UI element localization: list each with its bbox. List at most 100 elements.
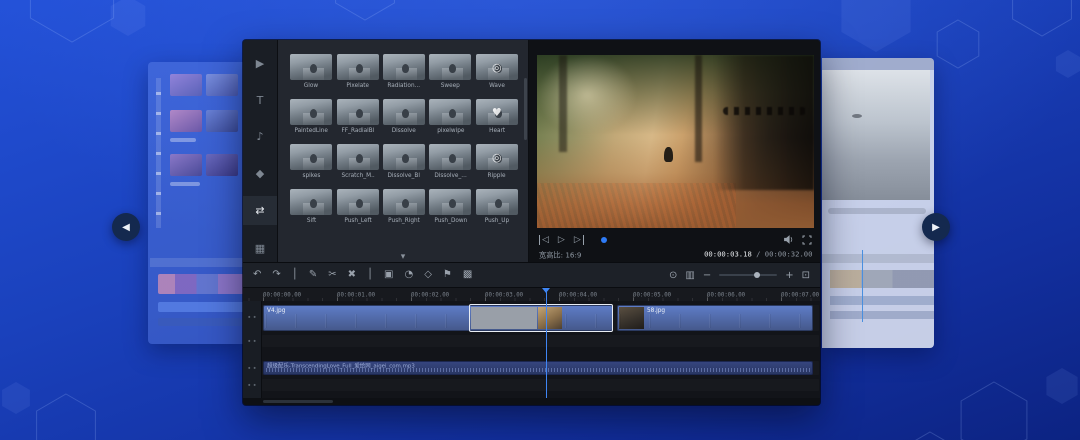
carousel-next-button[interactable]: ▶ xyxy=(922,213,950,241)
transition-thumbnail xyxy=(383,189,425,215)
panel-scrollbar[interactable] xyxy=(524,78,527,140)
toolbar-button-mosaic[interactable]: ▩ xyxy=(463,269,472,281)
text-track[interactable] xyxy=(262,335,819,347)
timeline-ruler[interactable]: 00:00:00.00 00:00:01.00 00:00:02.00 00:0… xyxy=(243,288,820,301)
transition[interactable]: Scratch_M... xyxy=(334,144,380,181)
extra-track[interactable] xyxy=(262,379,819,391)
fullscreen-icon[interactable] xyxy=(802,235,812,245)
preview-info-row: 宽高比: 16:9 00:00:03.18 / 00:00:32.00 xyxy=(539,248,812,261)
zoom-fit-button[interactable]: ⊡ xyxy=(802,270,810,281)
transition-effect-mark xyxy=(383,99,425,125)
side-tab-media[interactable]: ▶ xyxy=(246,50,274,78)
transition[interactable]: Dissolve xyxy=(381,99,427,136)
transition-effect-mark xyxy=(383,144,425,170)
transition[interactable]: Dissolve_Bl... xyxy=(381,144,427,181)
transition-thumbnail xyxy=(429,189,471,215)
scroll-down-icon[interactable]: ▾ xyxy=(401,252,406,262)
transition-effect-mark xyxy=(429,99,471,125)
toolbar-button-redo[interactable]: ↷ xyxy=(272,269,280,281)
text-track-header[interactable]: ∙∙ xyxy=(243,337,262,345)
toolbar-button-speed[interactable]: ◔ xyxy=(404,269,413,281)
time-separator: / xyxy=(751,251,764,259)
transition-effect-mark: ◎ xyxy=(476,144,518,170)
transition[interactable]: Push_Right xyxy=(381,189,427,226)
ruler-timestamp: 00:00:03.00 xyxy=(485,290,538,299)
transition-label: PaintedLines xyxy=(295,127,328,133)
toolbar-button-edit[interactable]: ✎ xyxy=(309,269,317,281)
timeline-playhead[interactable] xyxy=(546,288,547,398)
next-frame-button[interactable]: ▷ xyxy=(574,235,584,245)
transition-label: Heart xyxy=(489,127,505,133)
transition-label: pixelwipe xyxy=(437,127,464,133)
transition[interactable]: ♥ Heart xyxy=(474,99,520,136)
toolbar-button-delete[interactable]: ✖ xyxy=(348,269,356,281)
timeline-horizontal-scrollbar[interactable] xyxy=(263,400,333,403)
volume-icon[interactable] xyxy=(783,234,794,245)
transition[interactable]: spikes xyxy=(288,144,334,181)
toolbar-button-separator[interactable]: │ xyxy=(292,269,298,281)
render-preview-button[interactable]: ▥ xyxy=(685,270,694,281)
snap-button[interactable]: ⊙ xyxy=(669,270,677,281)
transition-label: spikes xyxy=(302,172,320,178)
transition[interactable]: Sift xyxy=(288,189,334,226)
transition[interactable]: ◎ Wave xyxy=(474,54,520,91)
timeline-tracks: ∙∙ ∙∙ ∙∙ ∙∙ V4.jpg 58.jpg 超级配乐 xyxy=(243,301,820,398)
zoom-out-button[interactable]: − xyxy=(703,270,711,281)
carousel-prev-button[interactable]: ◀ xyxy=(112,213,140,241)
transition[interactable]: PaintedLines xyxy=(288,99,334,136)
transition[interactable]: Push_Left xyxy=(334,189,380,226)
transition[interactable]: Radiation... xyxy=(381,54,427,91)
transition-thumbnail xyxy=(383,54,425,80)
side-tab-effects[interactable]: ◆ xyxy=(246,160,274,188)
side-tab-elements[interactable]: ▦ xyxy=(246,234,274,262)
transition-thumbnail xyxy=(290,189,332,215)
toolbar-button-keyframe[interactable]: ◇ xyxy=(424,269,432,281)
ruler-timestamp: 00:00:00.00 xyxy=(263,290,316,299)
transition-thumbnail xyxy=(429,144,471,170)
toolbar-button-crop[interactable]: ▣ xyxy=(384,269,393,281)
toolbar-button-separator[interactable]: │ xyxy=(367,269,373,281)
side-tab-audio[interactable]: ♪ xyxy=(246,123,274,151)
transition-label: Sweep xyxy=(441,82,460,88)
toolbar-button-split[interactable]: ✂ xyxy=(328,269,336,281)
aspect-ratio-label[interactable]: 宽高比: 16:9 xyxy=(539,249,581,259)
toolbar-button-undo[interactable]: ↶ xyxy=(253,269,261,281)
video-track-header[interactable]: ∙∙ xyxy=(243,313,262,321)
video-scene-tree-trunk xyxy=(559,55,567,152)
transition-thumbnail xyxy=(476,189,518,215)
audio-track-header[interactable]: ∙∙ xyxy=(243,364,262,372)
transition-thumbnail xyxy=(290,144,332,170)
transition[interactable]: pixelwipe xyxy=(427,99,473,136)
transition[interactable]: Push_Up xyxy=(474,189,520,226)
left-slide-filmstrip xyxy=(158,274,244,294)
audio-clip[interactable]: 超级配乐-TranscendingLove_Full_爱给网_aigei_com… xyxy=(263,361,813,375)
current-time: 00:00:03.18 xyxy=(704,251,752,259)
zoom-in-button[interactable]: + xyxy=(785,270,793,281)
transition[interactable]: Sweep xyxy=(427,54,473,91)
side-tab-text[interactable]: T xyxy=(246,87,274,115)
side-tab-transitions[interactable]: ⇄ xyxy=(243,196,277,225)
transition[interactable]: Pixelate xyxy=(334,54,380,91)
toolbar-button-marker[interactable]: ⚑ xyxy=(443,269,452,281)
transition-effect-mark xyxy=(429,144,471,170)
selection-outline xyxy=(469,304,613,332)
preview-right-controls xyxy=(783,234,812,245)
toolbar-icon: │ xyxy=(292,269,298,280)
transition[interactable]: Glow xyxy=(288,54,334,91)
transition-thumbnail xyxy=(337,54,379,80)
playback-indicator-dot[interactable] xyxy=(601,237,607,243)
transition[interactable]: Dissolve_... xyxy=(427,144,473,181)
transition[interactable]: ◎ Ripple xyxy=(474,144,520,181)
transition[interactable]: FF_RadialBl... xyxy=(334,99,380,136)
video-clip-2[interactable]: 58.jpg xyxy=(617,305,813,331)
previous-frame-button[interactable]: ◁ xyxy=(539,235,549,245)
transition-thumbnail xyxy=(337,99,379,125)
play-button[interactable]: ▷ xyxy=(558,235,565,245)
video-preview[interactable] xyxy=(537,55,814,228)
extra-track-header[interactable]: ∙∙ xyxy=(243,381,262,389)
zoom-slider-knob[interactable] xyxy=(754,272,760,278)
transitions-grid: Glow Pixelate xyxy=(278,40,528,226)
timeline-toolbar: ↶ ↷ │ ✎ ✂ ✖ │ ▣ ◔ ◇ xyxy=(243,262,820,288)
timeline-zoom-slider[interactable] xyxy=(719,274,777,276)
transition[interactable]: Push_Down xyxy=(427,189,473,226)
